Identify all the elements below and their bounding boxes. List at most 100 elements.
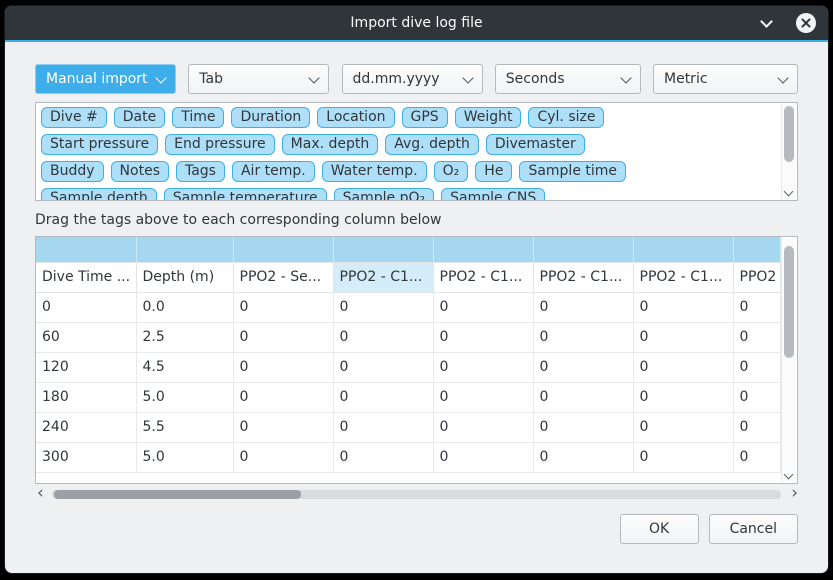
date-format-select[interactable]: dd.mm.yyyy (342, 64, 483, 94)
tag-dive[interactable]: Dive # (41, 107, 107, 128)
cell: 0.0 (136, 292, 233, 322)
column-drop-target[interactable] (36, 237, 136, 262)
scrollbar-handle[interactable] (784, 106, 794, 162)
column-drop-target[interactable] (136, 237, 233, 262)
tag-he[interactable]: He (475, 161, 512, 182)
table-header-row: Dive Time ...Depth (m)PPO2 - Se...PPO2 -… (36, 262, 780, 292)
tag-sample-temperature[interactable]: Sample temperature (164, 188, 327, 201)
cell: 180 (36, 382, 136, 412)
tag-row: Start pressure End pressure Max. depth Avg.… (41, 134, 775, 155)
duration-format-select[interactable]: Seconds (495, 64, 641, 94)
column-header[interactable]: PPO2 - C1... (533, 262, 633, 292)
column-header[interactable]: PPO2 - Se... (233, 262, 333, 292)
cell: 0 (633, 412, 733, 442)
cell: 60 (36, 322, 136, 352)
tag-duration[interactable]: Duration (231, 107, 310, 128)
tag-max-depth[interactable]: Max. depth (282, 134, 379, 155)
column-header[interactable]: PPO2 - C1... (433, 262, 533, 292)
column-header[interactable]: Depth (m) (136, 262, 233, 292)
combo-value: Metric (664, 71, 708, 87)
chevron-down-icon (760, 15, 773, 28)
cell: 5.0 (136, 442, 233, 472)
combo-value: dd.mm.yyyy (353, 71, 440, 87)
window-shade-button[interactable] (756, 13, 776, 33)
tag-date[interactable]: Date (114, 107, 165, 128)
cell: 0 (633, 292, 733, 322)
chevron-down-icon (620, 72, 631, 83)
table-row: 1805.0000000 (36, 382, 780, 412)
table-row: 2405.5000000 (36, 412, 780, 442)
cell: 0 (633, 382, 733, 412)
cell: 0 (433, 412, 533, 442)
units-select[interactable]: Metric (653, 64, 798, 94)
cell: 0 (233, 412, 333, 442)
column-drop-target[interactable] (533, 237, 633, 262)
scrollbar-handle[interactable] (784, 246, 794, 358)
scroll-left-arrow-icon[interactable]: ‹ (37, 484, 44, 502)
titlebar[interactable]: Import dive log file (5, 6, 828, 40)
scrollbar-handle[interactable] (54, 490, 301, 499)
column-header[interactable]: Dive Time ... (36, 262, 136, 292)
tag-notes[interactable]: Notes (111, 161, 169, 182)
preview-table: Dive Time ...Depth (m)PPO2 - Se...PPO2 -… (35, 236, 798, 484)
tag-gps[interactable]: GPS (402, 107, 448, 128)
tag-end-pressure[interactable]: End pressure (165, 134, 275, 155)
drop-target-row (36, 237, 780, 262)
tag-o[interactable]: O₂ (434, 161, 469, 182)
ok-button[interactable]: OK (620, 514, 699, 544)
combo-value: Tab (199, 71, 223, 87)
cell: 240 (36, 412, 136, 442)
cell: 120 (36, 352, 136, 382)
window-close-button[interactable] (796, 13, 816, 33)
cell: 0 (36, 292, 136, 322)
cell: 0 (733, 322, 780, 352)
cell: 0 (733, 382, 780, 412)
scroll-right-arrow-icon[interactable]: › (791, 484, 798, 502)
column-drop-target[interactable] (233, 237, 333, 262)
column-header[interactable]: PPO2 (733, 262, 780, 292)
tag-sample-time[interactable]: Sample time (519, 161, 626, 182)
column-header[interactable]: PPO2 - C1... (633, 262, 733, 292)
tag-location[interactable]: Location (317, 107, 394, 128)
tag-sample-depth[interactable]: Sample depth (41, 188, 157, 201)
import-type-select[interactable]: Manual import (35, 64, 176, 94)
column-header[interactable]: PPO2 - C1... (333, 262, 433, 292)
field-separator-select[interactable]: Tab (188, 64, 329, 94)
cell: 0 (633, 352, 733, 382)
tag-water-temp[interactable]: Water temp. (322, 161, 427, 182)
cell: 0 (533, 292, 633, 322)
tag-sample-po[interactable]: Sample pO₂ (334, 188, 434, 201)
tag-start-pressure[interactable]: Start pressure (41, 134, 158, 155)
tag-avg-depth[interactable]: Avg. depth (385, 134, 479, 155)
tag-divemaster[interactable]: Divemaster (486, 134, 585, 155)
tag-buddy[interactable]: Buddy (41, 161, 104, 182)
cell: 0 (333, 382, 433, 412)
scroll-down-arrow-icon[interactable] (784, 187, 794, 197)
tag-air-temp[interactable]: Air temp. (232, 161, 315, 182)
tag-tags[interactable]: Tags (176, 161, 225, 182)
column-drop-target[interactable] (433, 237, 533, 262)
table-scrollbar-vertical[interactable] (781, 238, 796, 482)
chevron-down-icon (309, 72, 320, 83)
column-drop-target[interactable] (633, 237, 733, 262)
cell: 2.5 (136, 322, 233, 352)
scroll-down-arrow-icon[interactable] (784, 470, 794, 480)
column-drop-target[interactable] (333, 237, 433, 262)
cell: 0 (233, 292, 333, 322)
cell: 5.5 (136, 412, 233, 442)
table-row: 00.0000000 (36, 292, 780, 322)
scrollbar-track[interactable] (52, 490, 781, 499)
table-scrollbar-horizontal[interactable]: ‹ › (35, 487, 798, 502)
tag-list-scrollbar-vertical[interactable] (781, 104, 796, 199)
tag-cyl-size[interactable]: Cyl. size (528, 107, 604, 128)
tag-time[interactable]: Time (172, 107, 224, 128)
cancel-button[interactable]: Cancel (709, 514, 798, 544)
dialog-body: Manual import Tab dd.mm.yyyy Seconds Met… (5, 64, 828, 544)
dialog-buttons: OK Cancel (35, 514, 798, 544)
column-drop-target[interactable] (733, 237, 780, 262)
table-row: 3005.0000000 (36, 442, 780, 472)
import-dialog: Import dive log file Manual import Tab d… (4, 5, 829, 574)
tag-sample-cns[interactable]: Sample CNS (441, 188, 545, 201)
tag-weight[interactable]: Weight (455, 107, 522, 128)
table-row: 602.5000000 (36, 322, 780, 352)
